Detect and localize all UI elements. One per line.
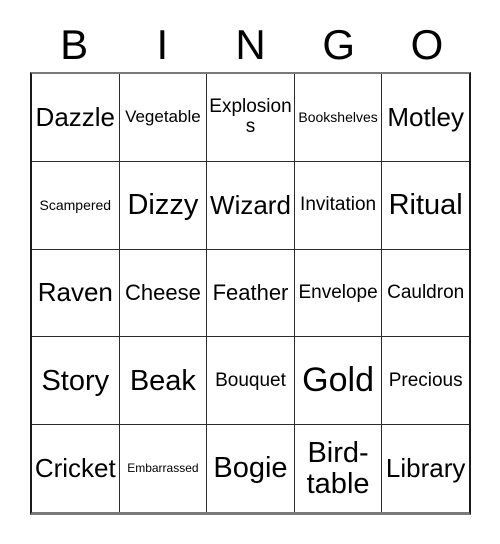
bingo-header: B I N G O [30, 18, 471, 72]
bingo-cell[interactable]: Raven [32, 249, 120, 337]
bingo-cell[interactable]: Wizard [207, 161, 295, 249]
bingo-cell[interactable]: Bookshelves [295, 74, 383, 161]
bingo-cell[interactable]: Feather [207, 249, 295, 337]
bingo-cell[interactable]: Cheese [120, 249, 208, 337]
bingo-cell[interactable]: Explosions [207, 74, 295, 161]
header-letter-o: O [410, 21, 444, 68]
header-letter-b: B [60, 21, 89, 68]
bingo-cell[interactable]: Invitation [295, 161, 383, 249]
bingo-card: B I N G O Dazzle Vegetable Explosions Bo… [0, 0, 500, 544]
header-letter-i: I [156, 21, 169, 68]
bingo-cell[interactable]: Embarrassed [120, 425, 208, 512]
bingo-cell[interactable]: Bird-table [295, 425, 383, 512]
bingo-cell[interactable]: Beak [120, 337, 208, 425]
bingo-cell[interactable]: Motley [382, 74, 469, 161]
bingo-row: Scampered Dizzy Wizard Invitation Ritual [32, 161, 469, 250]
bingo-row: Dazzle Vegetable Explosions Bookshelves … [32, 74, 469, 162]
bingo-cell[interactable]: Vegetable [120, 74, 208, 161]
bingo-cell[interactable]: Story [32, 337, 120, 425]
bingo-cell[interactable]: Library [382, 425, 469, 512]
bingo-row: Cricket Embarrassed Bogie Bird-table Lib… [32, 425, 469, 512]
bingo-cell[interactable]: Gold [295, 337, 383, 425]
bingo-cell[interactable]: Cauldron [382, 250, 469, 337]
bingo-cell[interactable]: Envelope [295, 249, 383, 337]
bingo-cell[interactable]: Dazzle [32, 74, 120, 161]
bingo-row: Story Beak Bouquet Gold Precious [32, 337, 469, 426]
header-letter-g: G [322, 21, 356, 68]
bingo-row: Raven Cheese Feather Envelope Cauldron [32, 249, 469, 338]
bingo-cell[interactable]: Cricket [32, 425, 120, 512]
header-letter-n: N [235, 21, 266, 68]
bingo-cell[interactable]: Dizzy [120, 161, 208, 249]
bingo-cell[interactable]: Bouquet [207, 337, 295, 425]
bingo-grid: Dazzle Vegetable Explosions Bookshelves … [30, 72, 471, 515]
bingo-cell[interactable]: Ritual [382, 162, 469, 249]
bingo-cell[interactable]: Precious [382, 337, 469, 424]
bingo-cell[interactable]: Scampered [32, 161, 120, 249]
bingo-cell[interactable]: Bogie [207, 425, 295, 512]
